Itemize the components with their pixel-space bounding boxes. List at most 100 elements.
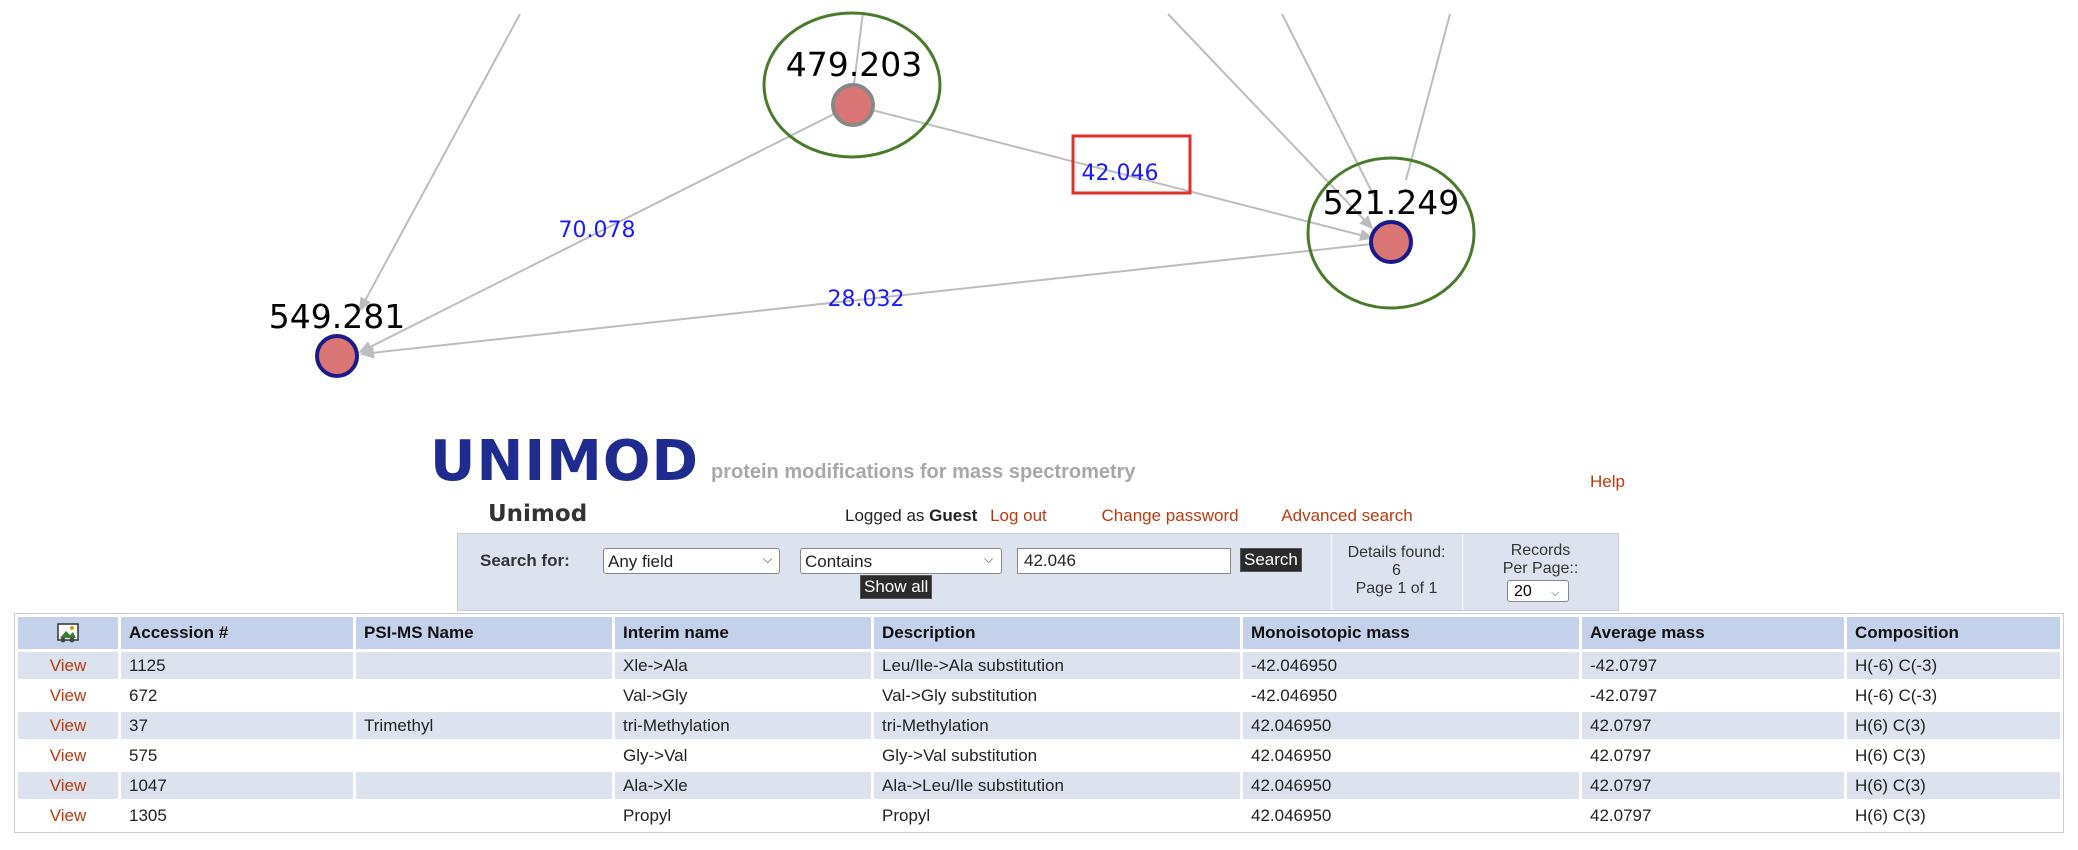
table-row: View 37 Trimethyl tri-Methylation tri-Methyl… [18, 712, 2060, 739]
mass-difference-graph[interactable]: 479.203 521.249 549.281 70.078 42.046 28… [0, 0, 2078, 420]
view-link[interactable]: View [50, 656, 87, 675]
graph-node-521[interactable]: 521.249 [1323, 183, 1459, 264]
table-row: View 1125 Xle->Ala Leu/Ile->Ala substitutio… [18, 652, 2060, 679]
edge-label: 70.078 [559, 218, 636, 243]
graph-edge [1405, 13, 1451, 181]
composition-cell: H(6) C(3) [1847, 802, 2060, 829]
search-input[interactable] [1017, 548, 1231, 574]
accession-cell: 575 [121, 742, 353, 769]
match-type-select[interactable]: Contains [800, 548, 1002, 574]
interim-name-cell: tri-Methylation [615, 712, 871, 739]
interim-name-cell: Ala->Xle [615, 772, 871, 799]
records-per-page-label: Records Per Page:: [1502, 542, 1579, 577]
monoisotopic-mass-cell: -42.046950 [1243, 682, 1579, 709]
average-mass-cell: -42.0797 [1582, 652, 1844, 679]
records-per-page-select[interactable]: 20 [1507, 580, 1569, 602]
table-row: View 1047 Ala->Xle Ala->Leu/Ile substitutio… [18, 772, 2060, 799]
header-accession: Accession # [121, 617, 353, 649]
average-mass-cell: 42.0797 [1582, 802, 1844, 829]
monoisotopic-mass-cell: 42.046950 [1243, 802, 1579, 829]
results-table: Accession # PSI-MS Name Interim name Des… [14, 613, 2064, 833]
view-link[interactable]: View [50, 716, 87, 735]
accession-cell: 672 [121, 682, 353, 709]
details-found: Details found: 6 Page 1 of 1 [1331, 534, 1461, 610]
image-column-header[interactable] [18, 617, 118, 649]
monoisotopic-mass-cell: 42.046950 [1243, 772, 1579, 799]
monoisotopic-mass-cell: -42.046950 [1243, 652, 1579, 679]
average-mass-cell: 42.0797 [1582, 742, 1844, 769]
view-link[interactable]: View [50, 806, 87, 825]
description-cell: Leu/Ile->Ala substitution [874, 652, 1240, 679]
description-cell: Gly->Val substitution [874, 742, 1240, 769]
change-password-link[interactable]: Change password [1102, 506, 1239, 525]
edge-label: 28.032 [828, 287, 905, 312]
interim-name-cell: Xle->Ala [615, 652, 871, 679]
accession-cell: 1305 [121, 802, 353, 829]
description-cell: tri-Methylation [874, 712, 1240, 739]
advanced-search-link[interactable]: Advanced search [1281, 506, 1412, 525]
search-for-label: Search for: [480, 551, 570, 570]
psi-ms-name-cell: Trimethyl [356, 712, 612, 739]
composition-cell: H(-6) C(-3) [1847, 682, 2060, 709]
table-row: View 575 Gly->Val Gly->Val substitution 42.0… [18, 742, 2060, 769]
graph-edge [359, 13, 521, 312]
search-panel: Search for: Any field ⌵ Contains ⌵ Searc… [457, 533, 1619, 611]
composition-cell: H(-6) C(-3) [1847, 652, 2060, 679]
graph-node-479[interactable]: 479.203 [786, 45, 922, 127]
image-view-icon [57, 623, 79, 643]
view-link[interactable]: View [50, 746, 87, 765]
show-all-button[interactable]: Show all [860, 575, 933, 599]
search-field-select[interactable]: Any field [603, 548, 780, 574]
logo-tagline: protein modifications for mass spectrome… [711, 461, 1136, 483]
edge-label[interactable]: 42.046 [1082, 161, 1159, 186]
page-info: Page 1 of 1 [1355, 580, 1438, 597]
header-interim-name: Interim name [615, 617, 871, 649]
psi-ms-name-cell [356, 772, 612, 799]
view-cell: View [18, 802, 118, 829]
description-cell: Propyl [874, 802, 1240, 829]
psi-ms-name-cell [356, 652, 612, 679]
help-link[interactable]: Help [1590, 472, 1625, 492]
accession-cell: 37 [121, 712, 353, 739]
header-description: Description [874, 617, 1240, 649]
average-mass-cell: 42.0797 [1582, 772, 1844, 799]
view-cell: View [18, 742, 118, 769]
view-cell: View [18, 772, 118, 799]
unimod-logo[interactable]: UNIMOD protein modifications for mass sp… [430, 430, 1136, 490]
monoisotopic-mass-cell: 42.046950 [1243, 742, 1579, 769]
psi-ms-name-cell [356, 682, 612, 709]
table-row: View 672 Val->Gly Val->Gly substitution -42.… [18, 682, 2060, 709]
view-cell: View [18, 652, 118, 679]
composition-cell: H(6) C(3) [1847, 712, 2060, 739]
composition-cell: H(6) C(3) [1847, 742, 2060, 769]
graph-node-549[interactable]: 549.281 [269, 297, 405, 378]
logout-link[interactable]: Log out [990, 506, 1047, 525]
interim-name-cell: Gly->Val [615, 742, 871, 769]
view-link[interactable]: View [50, 776, 87, 795]
logged-as-label: Logged as [845, 506, 925, 525]
graph-edge [1281, 13, 1376, 199]
logo-text: UNIMOD [430, 429, 699, 494]
view-cell: View [18, 712, 118, 739]
interim-name-cell: Val->Gly [615, 682, 871, 709]
view-link[interactable]: View [50, 686, 87, 705]
average-mass-cell: 42.0797 [1582, 712, 1844, 739]
description-cell: Ala->Leu/Ile substitution [874, 772, 1240, 799]
node-label: 479.203 [786, 45, 922, 84]
details-count: 6 [1392, 562, 1401, 579]
header-average-mass: Average mass [1582, 617, 1844, 649]
page-title: Unimod [488, 501, 588, 527]
records-per-page: Records Per Page:: 20 ⌵ [1462, 534, 1618, 610]
average-mass-cell: -42.0797 [1582, 682, 1844, 709]
psi-ms-name-cell [356, 802, 612, 829]
accession-cell: 1047 [121, 772, 353, 799]
description-cell: Val->Gly substitution [874, 682, 1240, 709]
table-row: View 1305 Propyl Propyl 42.046950 42.0797 H(6)… [18, 802, 2060, 829]
header-composition: Composition [1847, 617, 2060, 649]
interim-name-cell: Propyl [615, 802, 871, 829]
username: Guest [929, 506, 978, 525]
psi-ms-name-cell [356, 742, 612, 769]
header-psi-ms-name: PSI-MS Name [356, 617, 612, 649]
composition-cell: H(6) C(3) [1847, 772, 2060, 799]
search-button[interactable]: Search [1240, 548, 1302, 572]
